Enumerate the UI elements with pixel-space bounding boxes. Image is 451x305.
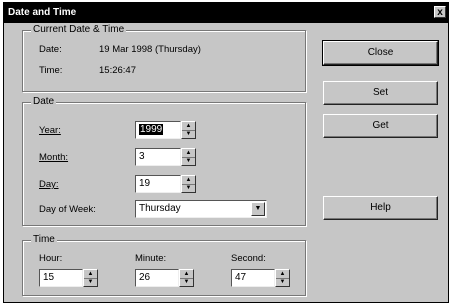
- current-time-value: 15:26:47: [99, 65, 136, 76]
- day-of-week-value: Thursday: [139, 203, 181, 214]
- second-label: Second:: [231, 253, 266, 264]
- date-time-dialog: Date and Time x Current Date & Time Date…: [3, 2, 449, 303]
- window-title: Date and Time: [8, 7, 77, 18]
- second-input[interactable]: 47: [231, 269, 275, 287]
- spin-down-icon[interactable]: ▼: [182, 157, 195, 165]
- date-group-legend: Date: [31, 96, 57, 107]
- minute-label: Minute:: [135, 253, 167, 264]
- spin-down-icon[interactable]: ▼: [276, 278, 289, 286]
- current-date-time-group: Current Date & Time Date: 19 Mar 1998 (T…: [22, 24, 306, 92]
- current-time-label: Time:: [39, 65, 63, 76]
- current-date-value: 19 Mar 1998 (Thursday): [99, 44, 201, 55]
- spin-down-icon[interactable]: ▼: [182, 130, 195, 138]
- current-date-label: Date:: [39, 44, 62, 55]
- month-spinner[interactable]: ▲ ▼: [181, 148, 196, 166]
- spin-down-icon[interactable]: ▼: [180, 278, 193, 286]
- minute-spinner[interactable]: ▲ ▼: [179, 269, 194, 287]
- day-spinner[interactable]: ▲ ▼: [181, 175, 196, 193]
- month-label: Month:: [39, 152, 69, 163]
- time-group: Time Hour: 15 ▲ ▼ Minute: 26 ▲ ▼ Second:…: [22, 234, 306, 296]
- day-label: Day:: [39, 179, 59, 190]
- title-bar[interactable]: Date and Time x: [4, 3, 448, 23]
- close-button[interactable]: Close: [322, 40, 439, 66]
- help-button[interactable]: Help: [323, 196, 438, 220]
- date-group: Date Year: 1999 ▲ ▼ Month: 3 ▲ ▼ Day: 19…: [22, 96, 306, 226]
- day-of-week-label: Day of Week:: [39, 204, 96, 215]
- day-input[interactable]: 19: [135, 175, 181, 193]
- set-button[interactable]: Set: [323, 81, 438, 105]
- month-input[interactable]: 3: [135, 148, 181, 166]
- hour-spinner[interactable]: ▲ ▼: [83, 269, 98, 287]
- hour-label: Hour:: [39, 253, 63, 264]
- close-window-icon[interactable]: x: [434, 6, 446, 18]
- year-spinner[interactable]: ▲ ▼: [181, 121, 196, 139]
- chevron-down-icon[interactable]: ▼: [251, 202, 265, 216]
- spin-down-icon[interactable]: ▼: [84, 278, 97, 286]
- get-button[interactable]: Get: [323, 114, 438, 138]
- year-input[interactable]: 1999: [135, 121, 181, 139]
- day-of-week-select[interactable]: Thursday ▼: [135, 200, 267, 218]
- hour-input[interactable]: 15: [39, 269, 83, 287]
- second-spinner[interactable]: ▲ ▼: [275, 269, 290, 287]
- time-group-legend: Time: [31, 234, 57, 245]
- minute-input[interactable]: 26: [135, 269, 179, 287]
- current-group-legend: Current Date & Time: [31, 24, 127, 35]
- year-label: Year:: [39, 125, 61, 136]
- spin-down-icon[interactable]: ▼: [182, 184, 195, 192]
